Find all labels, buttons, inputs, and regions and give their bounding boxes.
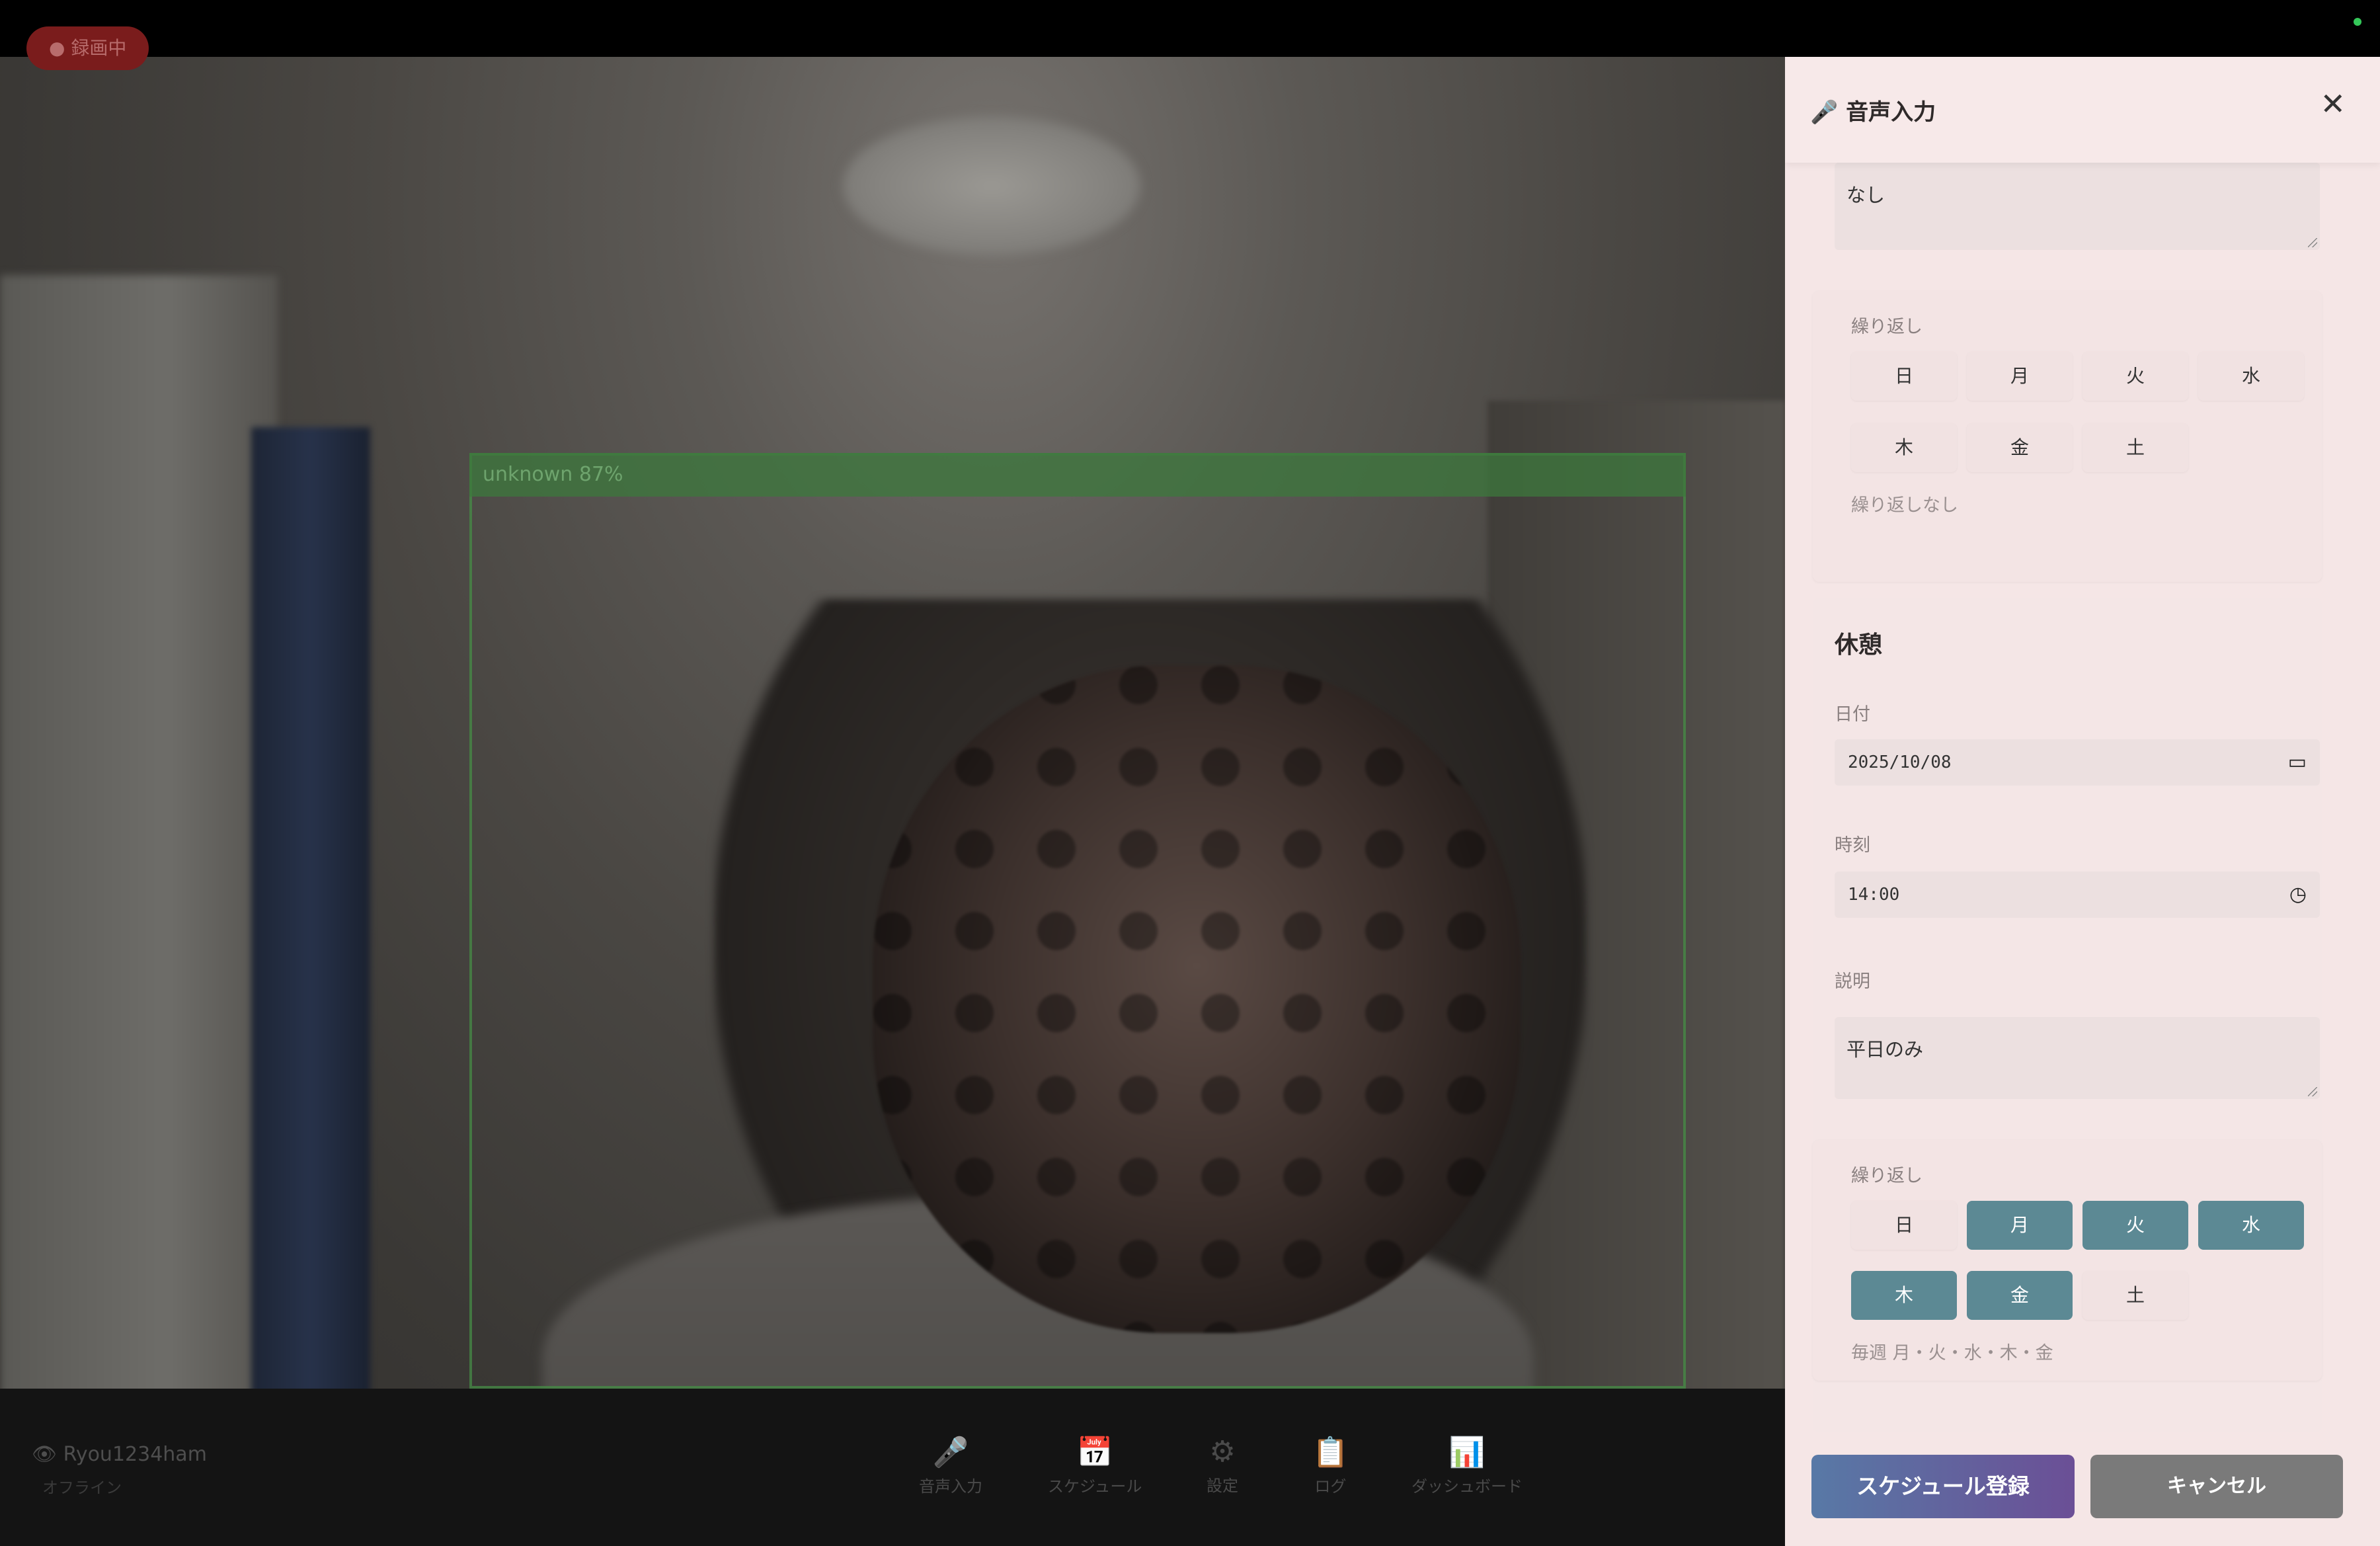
description-value: 平日のみ: [1846, 1038, 1924, 1061]
day-tue[interactable]: 火: [2082, 1201, 2188, 1250]
previous-description-field[interactable]: なし: [1835, 163, 2320, 250]
resize-handle-icon[interactable]: [2308, 1087, 2317, 1096]
cancel-button[interactable]: キャンセル: [2090, 1455, 2343, 1518]
time-value: 14:00: [1848, 885, 1900, 905]
previous-day-tue[interactable]: 火: [2082, 352, 2188, 401]
date-value: 2025/10/08: [1848, 753, 1952, 772]
log-icon: 📋: [1312, 1436, 1349, 1469]
register-schedule-button[interactable]: スケジュール登録: [1811, 1455, 2075, 1518]
description-label: 説明: [1835, 971, 1870, 992]
day-sat[interactable]: 土: [2082, 1271, 2188, 1320]
previous-day-mon[interactable]: 月: [1967, 352, 2073, 401]
user-status: オフライン: [42, 1479, 122, 1497]
curtain: [0, 275, 278, 1445]
toolbar-label: ダッシュボード: [1411, 1477, 1523, 1496]
toolbar-log-button[interactable]: 📋 ログ: [1312, 1435, 1349, 1496]
toolbar-settings-button[interactable]: ⚙ 設定: [1207, 1435, 1238, 1496]
break-section-title: 休憩: [1835, 631, 1883, 659]
toolbar-label: 設定: [1207, 1477, 1238, 1495]
day-mon[interactable]: 月: [1967, 1201, 2073, 1250]
microphone-icon: 🎤: [932, 1436, 969, 1469]
calendar-picker-icon[interactable]: ▭: [2288, 739, 2307, 786]
calendar-icon: 📅: [1076, 1436, 1113, 1469]
previous-day-sat[interactable]: 土: [2082, 423, 2188, 472]
day-fri[interactable]: 金: [1967, 1271, 2073, 1320]
resize-handle-icon[interactable]: [2308, 238, 2317, 247]
panel-title: 🎤 音声入力: [1810, 99, 1936, 126]
user-name: 👁 Ryou1234ham: [32, 1443, 207, 1466]
status-indicator-icon: [2354, 18, 2361, 26]
toolbar-label: ログ: [1314, 1477, 1347, 1496]
toolbar-schedule-button[interactable]: 📅 スケジュール: [1048, 1435, 1142, 1496]
day-thu[interactable]: 木: [1851, 1271, 1957, 1320]
toolbar-label: 音声入力: [919, 1477, 982, 1496]
toolbar-dashboard-button[interactable]: 📊 ダッシュボード: [1411, 1435, 1523, 1496]
break-repeat-label: 繰り返し: [1851, 1166, 1923, 1186]
clock-icon[interactable]: ◷: [2289, 872, 2307, 918]
date-label: 日付: [1835, 704, 1870, 725]
previous-day-thu[interactable]: 木: [1851, 423, 1957, 472]
toolbar-microphone-button[interactable]: 🎤 音声入力: [919, 1435, 982, 1496]
recording-badge: ● 録画中: [26, 26, 149, 70]
detection-box: [469, 453, 1686, 1389]
toolbar-label: スケジュール: [1048, 1477, 1142, 1496]
day-sun[interactable]: 日: [1851, 1201, 1957, 1250]
curtain-dark: [251, 427, 370, 1445]
dashboard-icon: 📊: [1448, 1436, 1486, 1469]
previous-repeat-summary: 繰り返しなし: [1851, 495, 1958, 516]
previous-day-wed[interactable]: 水: [2198, 352, 2304, 401]
break-repeat-summary: 毎週 月・火・水・木・金: [1851, 1343, 2053, 1363]
gear-icon: ⚙: [1209, 1435, 1236, 1469]
ceiling-light: [843, 116, 1140, 255]
previous-repeat-label: 繰り返し: [1851, 317, 1923, 337]
previous-day-sun[interactable]: 日: [1851, 352, 1957, 401]
day-wed[interactable]: 水: [2198, 1201, 2304, 1250]
time-input[interactable]: 14:00 ◷: [1835, 872, 2320, 918]
date-input[interactable]: 2025/10/08 ▭: [1835, 739, 2320, 786]
detection-label: unknown 87%: [469, 453, 1686, 497]
previous-day-fri[interactable]: 金: [1967, 423, 2073, 472]
previous-description-value: なし: [1846, 184, 1885, 206]
description-field[interactable]: 平日のみ: [1835, 1017, 2320, 1099]
time-label: 時刻: [1835, 835, 1870, 856]
close-button[interactable]: ✕: [2320, 89, 2346, 119]
panel-header: 🎤 音声入力 ✕: [1785, 57, 2380, 163]
top-bar: [0, 0, 2380, 57]
